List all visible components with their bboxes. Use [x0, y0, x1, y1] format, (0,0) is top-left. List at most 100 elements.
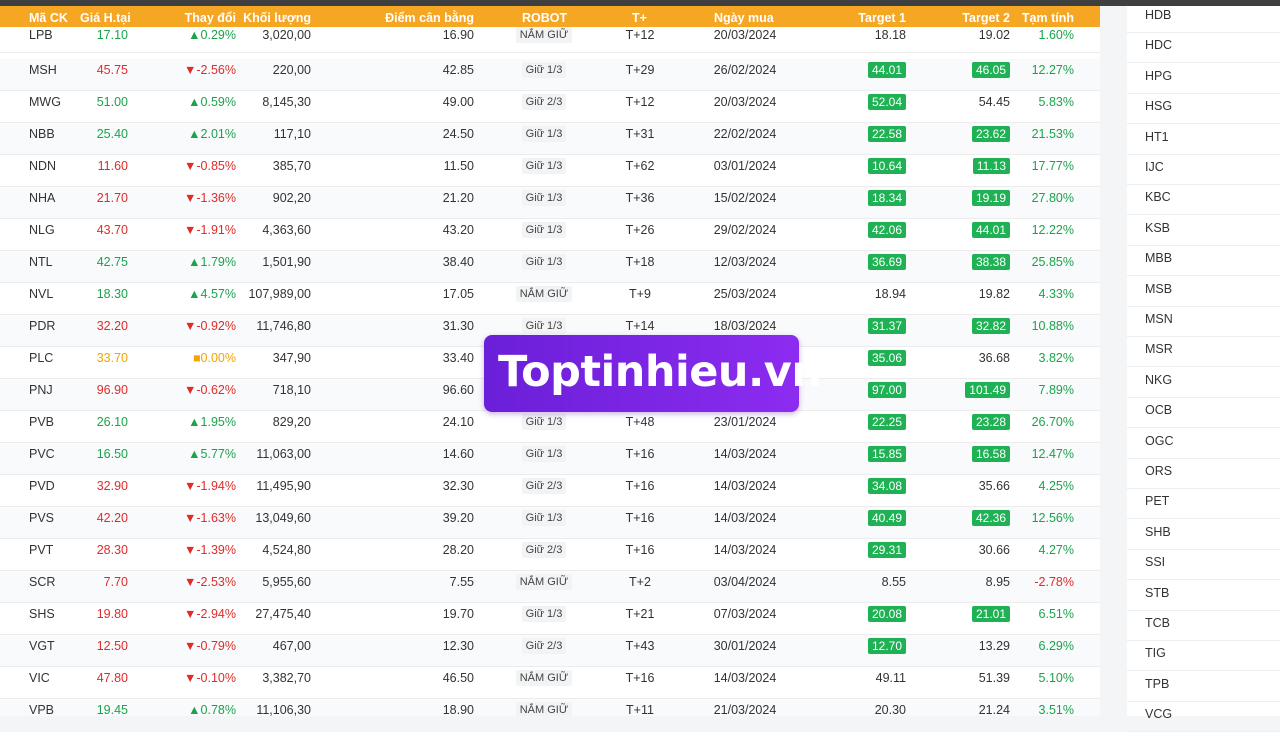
table-row[interactable]: VIC 47.80 ▼-0.10% 3,382,70 46.50 NẮM GIỮ T+16 1…	[0, 667, 1100, 699]
ticker-code[interactable]: SHS	[29, 603, 55, 635]
current-price: 42.75	[96, 255, 128, 269]
table-row[interactable]: NTL 42.75 ▲1.79% 1,501,90 38.40 Giữ 1/3 T+18 12…	[0, 251, 1100, 283]
ticker-code[interactable]: VPB	[29, 699, 54, 716]
robot-signal-label: Giữ 1/3	[521, 414, 567, 430]
ticker-code[interactable]: PNJ	[29, 379, 53, 411]
provisional-return: 10.88%	[1031, 319, 1074, 333]
sidebar-ticker-item[interactable]: OGC	[1127, 429, 1280, 459]
ticker-code[interactable]: NBB	[29, 123, 55, 155]
target-2: 44.01	[971, 219, 1010, 251]
sidebar-ticker-item[interactable]: HDB	[1127, 3, 1280, 33]
balance-point: 7.55	[449, 575, 474, 589]
sidebar-ticker-item[interactable]: STB	[1127, 581, 1280, 611]
ticker-code[interactable]: PLC	[29, 347, 53, 379]
sidebar-ticker-item[interactable]: IJC	[1127, 155, 1280, 185]
table-row[interactable]: NLG 43.70 ▼-1.91% 4,363,60 43.20 Giữ 1/3 T+26 2…	[0, 219, 1100, 251]
table-row[interactable]: VPB 19.45 ▲0.78% 11,106,30 18.90 NẮM GIỮ T+11 2…	[0, 699, 1100, 716]
target-1-value: 18.18	[874, 28, 906, 42]
table-row[interactable]: VGT 12.50 ▼-0.79% 467,00 12.30 Giữ 2/3 T+43 30/…	[0, 635, 1100, 667]
table-row[interactable]: PVC 16.50 ▲5.77% 11,063,00 14.60 Giữ 1/3 T+16 1…	[0, 443, 1100, 475]
table-row[interactable]: PVB 26.10 ▲1.95% 829,20 24.10 Giữ 1/3 T+48 23/0…	[0, 411, 1100, 443]
ticker-code[interactable]: NDN	[29, 155, 56, 187]
sidebar-ticker-item[interactable]: HPG	[1127, 64, 1280, 94]
current-price: 32.90	[96, 479, 128, 493]
balance-point: 42.85	[442, 63, 474, 77]
ticker-code[interactable]: PVC	[29, 443, 55, 475]
ticker-code[interactable]: VIC	[29, 667, 50, 699]
sidebar-ticker-item[interactable]: ORS	[1127, 459, 1280, 489]
table-row[interactable]: PVS 42.20 ▼-1.63% 13,049,60 39.20 Giữ 1/3 T+16…	[0, 507, 1100, 539]
sidebar-ticker-item[interactable]: PET	[1127, 489, 1280, 520]
ticker-code[interactable]: SCR	[29, 571, 55, 603]
sidebar-ticker-item[interactable]: MBB	[1127, 246, 1280, 277]
sidebar-ticker-item[interactable]: MSR	[1127, 337, 1280, 368]
sidebar-ticker-item[interactable]: TIG	[1127, 641, 1280, 672]
sidebar-ticker-item[interactable]: KBC	[1127, 185, 1280, 216]
table-row[interactable]: LPB 17.10 ▲0.29% 3,020,00 16.90 NẮM GIỮ T+12 20…	[0, 27, 1100, 53]
balance-point: 24.50	[442, 127, 474, 141]
ticker-code[interactable]: NLG	[29, 219, 55, 251]
sidebar-ticker-label: TPB	[1145, 676, 1170, 691]
sidebar-ticker-item[interactable]: KSB	[1127, 216, 1280, 246]
ticker-code[interactable]: NTL	[29, 251, 53, 283]
volume: 347,90	[272, 351, 311, 365]
target-1: 36.69	[867, 251, 906, 283]
current-price: 12.50	[96, 639, 128, 653]
ticker-code[interactable]: NHA	[29, 187, 55, 219]
ticker-code[interactable]: PVS	[29, 507, 54, 539]
target-1-hit-badge: 97.00	[867, 382, 906, 398]
ticker-code[interactable]: VGT	[29, 635, 55, 667]
target-1-value: 20.30	[874, 703, 906, 716]
volume: 27,475,40	[255, 607, 311, 621]
table-row[interactable]: NBB 25.40 ▲2.01% 117,10 24.50 Giữ 1/3 T+31 22/0…	[0, 123, 1100, 155]
ticker-code[interactable]: MWG	[29, 91, 61, 123]
provisional-return: 1.60%	[1038, 28, 1074, 42]
target-2: 21.24	[979, 699, 1010, 716]
sidebar-ticker-item[interactable]: TPB	[1127, 672, 1280, 702]
ticker-code[interactable]: PVB	[29, 411, 54, 443]
robot-signal-label: Giữ 2/3	[521, 94, 567, 110]
ticker-code[interactable]: NVL	[29, 283, 53, 315]
table-row[interactable]: PVT 28.30 ▼-1.39% 4,524,80 28.20 Giữ 2/3 T+16 1…	[0, 539, 1100, 571]
sidebar-ticker-item[interactable]: HDC	[1127, 33, 1280, 64]
sidebar-ticker-item[interactable]: HSG	[1127, 94, 1280, 125]
sidebar-ticker-item[interactable]: MSB	[1127, 277, 1280, 307]
target-1-hit-badge: 10.64	[867, 158, 906, 174]
buy-date: 03/04/2024	[713, 575, 777, 589]
robot-signal: Giữ 1/3	[515, 443, 573, 475]
sidebar-ticker-label: SHB	[1145, 524, 1171, 539]
target-2: 46.05	[971, 59, 1010, 91]
table-row[interactable]: NHA 21.70 ▼-1.36% 902,20 21.20 Giữ 1/3 T+36 15/…	[0, 187, 1100, 219]
sidebar-ticker-item[interactable]: NKG	[1127, 368, 1280, 398]
robot-signal-label: Giữ 1/3	[521, 510, 567, 526]
table-row[interactable]: SCR 7.70 ▼-2.53% 5,955,60 7.55 NẮM GIỮ T+2 03/0…	[0, 571, 1100, 603]
ticker-code[interactable]: MSH	[29, 59, 57, 91]
table-row[interactable]: MWG 51.00 ▲0.59% 8,145,30 49.00 Giữ 2/3 T+12 20…	[0, 91, 1100, 123]
sidebar-ticker-item[interactable]: HT1	[1127, 125, 1280, 155]
current-price: 18.30	[96, 287, 128, 301]
sidebar-ticker-item[interactable]: SSI	[1127, 550, 1280, 581]
table-row[interactable]: PVD 32.90 ▼-1.94% 11,495,90 32.30 Giữ 2/3 T+16…	[0, 475, 1100, 507]
sidebar-ticker-item[interactable]: VCG	[1127, 702, 1280, 732]
provisional-return: 5.10%	[1038, 671, 1074, 685]
sidebar-ticker-item[interactable]: OCB	[1127, 398, 1280, 429]
sidebar-ticker-item[interactable]: SHB	[1127, 520, 1280, 550]
robot-signal: NẮM GIỮ	[515, 667, 573, 699]
provisional-return: 4.33%	[1038, 287, 1074, 301]
ticker-code[interactable]: PDR	[29, 315, 55, 347]
table-row[interactable]: NVL 18.30 ▲4.57% 107,989,00 17.05 NẮM GIỮ T+9 2…	[0, 283, 1100, 315]
target-1: 34.08	[867, 475, 906, 507]
volume: 8,145,30	[262, 95, 311, 109]
sidebar-ticker-item[interactable]: MSN	[1127, 307, 1280, 337]
balance-point: 39.20	[442, 511, 474, 525]
buy-date: 03/01/2024	[713, 159, 777, 173]
ticker-code[interactable]: PVD	[29, 475, 55, 507]
table-row[interactable]: NDN 11.60 ▼-0.85% 385,70 11.50 Giữ 1/3 T+62 03/…	[0, 155, 1100, 187]
target-2: 38.38	[971, 251, 1010, 283]
ticker-code[interactable]: LPB	[29, 27, 53, 59]
table-row[interactable]: SHS 19.80 ▼-2.94% 27,475,40 19.70 Giữ 1/3 T+21…	[0, 603, 1100, 635]
sidebar-ticker-item[interactable]: TCB	[1127, 611, 1280, 641]
table-row[interactable]: MSH 45.75 ▼-2.56% 220,00 42.85 Giữ 1/3 T+29 26/…	[0, 59, 1100, 91]
ticker-code[interactable]: PVT	[29, 539, 53, 571]
sidebar-ticker-label: MBB	[1145, 251, 1173, 266]
